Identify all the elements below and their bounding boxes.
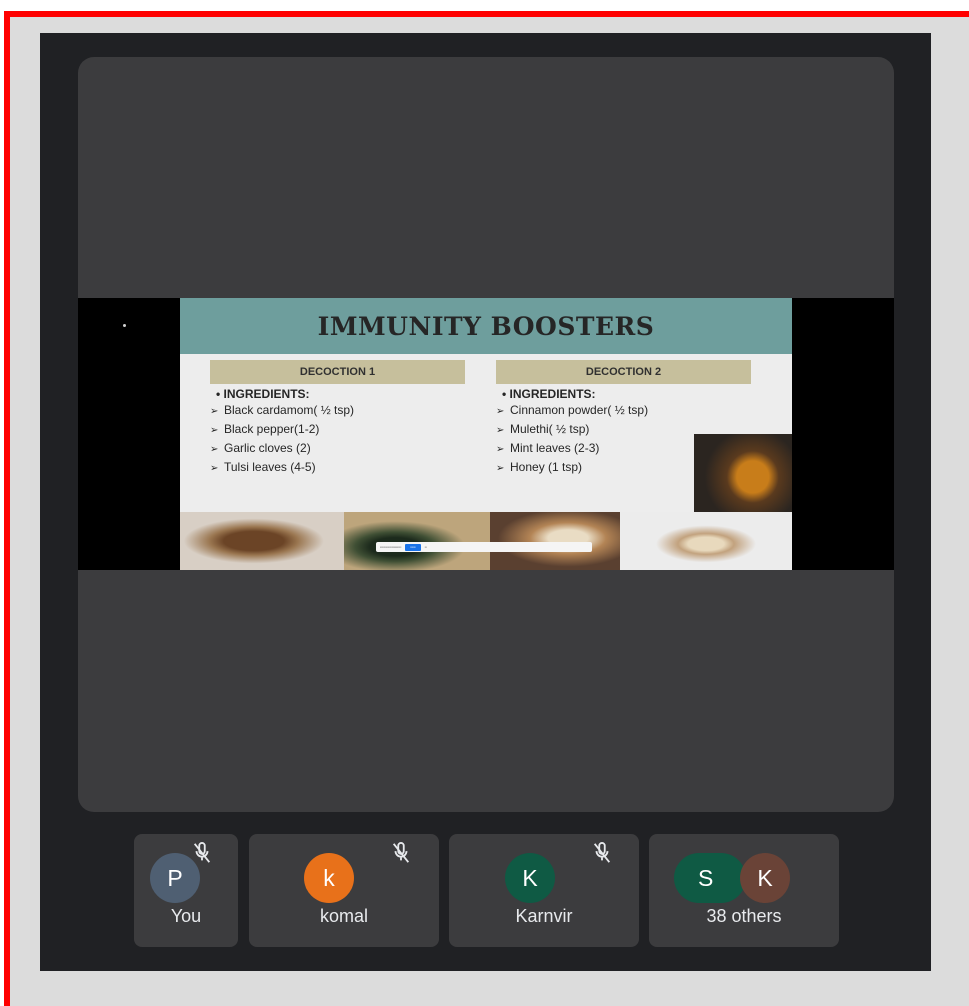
mic-off-icon: [193, 842, 211, 863]
participant-name: komal: [319, 906, 368, 926]
hide-button[interactable]: ▪▪: [425, 545, 427, 549]
list-item: ➢ Garlic cloves (2): [210, 440, 465, 458]
cinnamon-photo: [620, 512, 792, 570]
arrow-bullet-icon: ➢: [496, 425, 505, 436]
arrow-bullet-icon: ➢: [496, 444, 505, 455]
list-item: ➢ Black cardamom( ½ tsp): [210, 402, 465, 420]
arrow-bullet-icon: ➢: [210, 444, 219, 455]
list-item: ➢ Tulsi leaves (4-5): [210, 459, 465, 477]
slide-title: IMMUNITY BOOSTERS: [317, 311, 655, 341]
participant-name: 38 others: [706, 906, 782, 926]
honey-jar-photo: [694, 434, 792, 512]
decoction-1-heading: DECOCTION 1: [210, 360, 465, 384]
decoction-2-heading: DECOCTION 2: [496, 360, 751, 384]
mic-off-icon: [392, 842, 410, 863]
avatar: K: [740, 853, 790, 903]
shared-slide: IMMUNITY BOOSTERS DECOCTION 1 • INGREDIE…: [180, 298, 792, 570]
mic-off-icon: [593, 842, 611, 863]
arrow-bullet-icon: ➢: [210, 406, 219, 417]
participant-tile-komal[interactable]: k komal: [249, 834, 439, 947]
arrow-bullet-icon: ➢: [496, 463, 505, 474]
avatar: K: [505, 853, 555, 903]
participant-tile-others[interactable]: S K 38 others: [649, 834, 839, 947]
participant-name: Karnvir: [515, 906, 573, 926]
list-item: ➢ Cinnamon powder( ½ tsp): [496, 402, 751, 420]
pepper-ginger-photo: [344, 512, 490, 570]
decoction-1-column: DECOCTION 1 • INGREDIENTS: ➢ Black cardam…: [210, 360, 465, 478]
avatar: S: [674, 853, 746, 903]
screen-share: IMMUNITY BOOSTERS DECOCTION 1 • INGREDIE…: [78, 298, 894, 570]
slide-banner: IMMUNITY BOOSTERS: [180, 298, 792, 354]
sharing-notification-bar: ▪▪▪▪▪▪▪▪▪▪▪▪▪▪▪▪▪▪▪▪ ▪▪▪▪▪ ▪▪: [376, 542, 592, 552]
participant-strip: P You k komal K Karnvir S K 38 others: [134, 834, 840, 947]
arrow-bullet-icon: ➢: [210, 463, 219, 474]
participant-name: You: [170, 906, 202, 926]
avatar: k: [304, 853, 354, 903]
arrow-bullet-icon: ➢: [496, 406, 505, 417]
ingredient-photo-strip: [180, 512, 792, 570]
participant-tile-karnvir[interactable]: K Karnvir: [449, 834, 639, 947]
ingredients-label: • INGREDIENTS:: [502, 387, 596, 401]
garlic-photo: [490, 512, 620, 570]
ingredients-label: • INGREDIENTS:: [216, 387, 310, 401]
presentation-stage[interactable]: IMMUNITY BOOSTERS DECOCTION 1 • INGREDIE…: [78, 57, 894, 812]
pointer-dot: [123, 324, 126, 327]
sharing-notification-text: ▪▪▪▪▪▪▪▪▪▪▪▪▪▪▪▪▪▪▪▪: [380, 545, 402, 549]
stop-sharing-button[interactable]: ▪▪▪▪▪: [405, 543, 421, 551]
list-item: ➢ Black pepper(1-2): [210, 421, 465, 439]
arrow-bullet-icon: ➢: [210, 425, 219, 436]
participant-tile-you[interactable]: P You: [134, 834, 238, 947]
cardamom-photo: [180, 512, 344, 570]
